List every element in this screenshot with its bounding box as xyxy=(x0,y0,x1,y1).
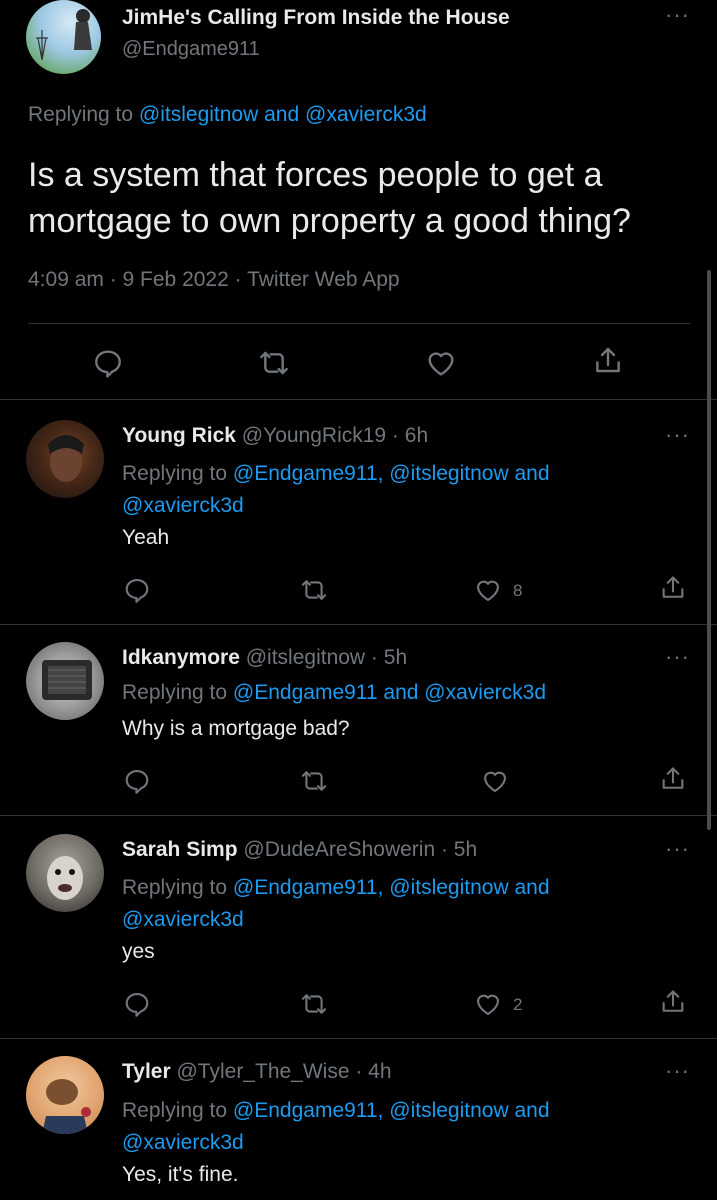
mention-list[interactable]: @Endgame911, @itslegitnow and xyxy=(233,462,550,485)
tweet-timestamp[interactable]: 4:09 am · 9 Feb 2022 · Twitter Web App xyxy=(28,268,400,292)
avatar[interactable] xyxy=(26,1056,104,1134)
author-handle-time[interactable]: @itslegitnow · 5h xyxy=(246,646,407,669)
reply-header: Tyler @Tyler_The_Wise · 4h xyxy=(122,1060,392,1084)
share-icon[interactable] xyxy=(659,765,687,793)
replying-to: Replying to @Endgame911, @itslegitnow an… xyxy=(122,458,550,522)
replying-prefix: Replying to xyxy=(28,103,134,126)
author-handle-time[interactable]: @YoungRick19 · 6h xyxy=(242,424,428,447)
retweet-icon[interactable] xyxy=(300,990,328,1018)
replying-to: Replying to @itslegitnow and @xavierck3d xyxy=(28,103,427,127)
divider xyxy=(0,1038,717,1039)
author-handle[interactable]: @Endgame911 xyxy=(122,38,260,61)
replying-to: Replying to @Endgame911 and @xavierck3d xyxy=(122,681,546,705)
reply-header: Young Rick @YoungRick19 · 6h xyxy=(122,424,428,448)
reply-icon[interactable] xyxy=(123,576,151,604)
like-count: 2 xyxy=(513,995,523,1014)
retweet-icon[interactable] xyxy=(300,576,328,604)
mention-list[interactable]: @Endgame911, @itslegitnow and xyxy=(233,876,550,899)
divider xyxy=(0,399,717,400)
replying-prefix: Replying to xyxy=(122,876,228,899)
share-icon[interactable] xyxy=(659,988,687,1016)
mention-link[interactable]: @itslegitnow xyxy=(139,103,258,126)
reply-text: Why is a mortgage bad? xyxy=(122,717,350,740)
author-handle-time[interactable]: @DudeAreShowerin · 5h xyxy=(243,838,477,861)
divider xyxy=(0,624,717,625)
avatar[interactable] xyxy=(26,420,104,498)
author-name[interactable]: JimHe's Calling From Inside the House xyxy=(122,6,510,30)
share-icon[interactable] xyxy=(659,574,687,602)
author-name[interactable]: Sarah Simp xyxy=(122,838,238,861)
like-icon[interactable] xyxy=(474,576,502,604)
more-icon[interactable]: ··· xyxy=(665,424,690,446)
reply-header: Sarah Simp @DudeAreShowerin · 5h xyxy=(122,838,477,862)
author-handle-time[interactable]: @Tyler_The_Wise · 4h xyxy=(176,1060,391,1083)
scrollbar[interactable] xyxy=(707,270,711,830)
more-icon[interactable]: ··· xyxy=(665,838,690,860)
avatar[interactable] xyxy=(26,834,104,912)
tweet-text-line: mortgage to own property a good thing? xyxy=(28,202,631,240)
mention-list[interactable]: @xavierck3d xyxy=(122,908,244,931)
divider xyxy=(0,815,717,816)
mention-list[interactable]: @xavierck3d xyxy=(122,494,244,517)
author-name[interactable]: Tyler xyxy=(122,1060,171,1083)
tweet-text-line: Is a system that forces people to get a xyxy=(28,156,603,194)
like-icon[interactable] xyxy=(481,767,509,795)
like-icon[interactable] xyxy=(474,990,502,1018)
mention-list[interactable]: @Endgame911 and @xavierck3d xyxy=(233,681,546,704)
replying-to: Replying to @Endgame911, @itslegitnow an… xyxy=(122,1095,550,1159)
mention-and: and xyxy=(264,103,300,126)
avatar[interactable] xyxy=(26,0,101,74)
replying-prefix: Replying to xyxy=(122,1099,228,1122)
reply-text: Yes, it's fine. xyxy=(122,1163,239,1186)
tweet-text: Is a system that forces people to get a … xyxy=(28,152,631,244)
like-icon[interactable] xyxy=(425,347,457,379)
more-icon[interactable]: ··· xyxy=(665,646,690,668)
divider xyxy=(28,323,690,324)
share-icon[interactable] xyxy=(592,345,624,377)
mention-list[interactable]: @xavierck3d xyxy=(122,1131,244,1154)
replying-prefix: Replying to xyxy=(122,462,228,485)
reply-text: Yeah xyxy=(122,526,170,549)
mention-link[interactable]: @xavierck3d xyxy=(305,103,427,126)
more-icon[interactable]: ··· xyxy=(665,1060,690,1082)
author-name[interactable]: Idkanymore xyxy=(122,646,240,669)
author-name[interactable]: Young Rick xyxy=(122,424,236,447)
avatar[interactable] xyxy=(26,642,104,720)
reply-header: Idkanymore @itslegitnow · 5h xyxy=(122,646,407,670)
reply-icon[interactable] xyxy=(123,990,151,1018)
replying-to: Replying to @Endgame911, @itslegitnow an… xyxy=(122,872,550,936)
like-count: 8 xyxy=(513,581,523,600)
replying-prefix: Replying to xyxy=(122,681,228,704)
retweet-icon[interactable] xyxy=(300,767,328,795)
mention-list[interactable]: @Endgame911, @itslegitnow and xyxy=(233,1099,550,1122)
reply-icon[interactable] xyxy=(92,347,124,379)
reply-text: yes xyxy=(122,940,155,963)
more-icon[interactable]: ··· xyxy=(665,4,690,26)
retweet-icon[interactable] xyxy=(258,347,290,379)
reply-icon[interactable] xyxy=(123,767,151,795)
